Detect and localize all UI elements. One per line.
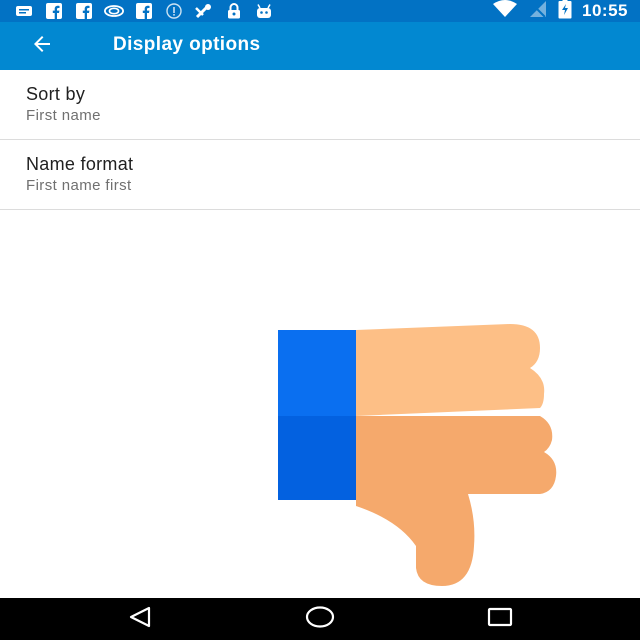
- message-icon: [14, 3, 34, 19]
- setting-summary: First name: [26, 107, 101, 124]
- thumbs-down-icon: [278, 324, 560, 590]
- wifi-icon: [492, 0, 518, 23]
- nav-back-button[interactable]: [111, 598, 171, 640]
- system-status: 10:55: [492, 0, 628, 22]
- lock-icon: [224, 3, 244, 19]
- clock: 10:55: [582, 1, 628, 20]
- facebook-icon: [44, 3, 64, 19]
- setting-title: Sort by: [26, 84, 86, 104]
- home-circle-icon: [305, 605, 335, 634]
- info-icon: [164, 3, 184, 19]
- page-title: Display options: [113, 34, 261, 55]
- android-icon: [254, 3, 274, 19]
- screen: 10:55 Display options Sort by First name…: [0, 0, 640, 640]
- navigation-bar: [0, 598, 640, 640]
- nvidia-icon: [104, 3, 124, 19]
- setting-summary: First name first: [26, 177, 132, 194]
- facebook-icon: [74, 3, 94, 19]
- recents-square-icon: [486, 606, 514, 633]
- setting-name-format[interactable]: Name format First name first: [0, 140, 640, 210]
- setting-sort-by[interactable]: Sort by First name: [0, 70, 640, 140]
- arrow-back-icon: [30, 32, 54, 61]
- notification-icons: [14, 2, 274, 20]
- nav-recents-button[interactable]: [470, 598, 530, 640]
- facebook-icon: [134, 3, 154, 19]
- back-button[interactable]: [20, 26, 64, 66]
- status-bar: 10:55: [0, 0, 640, 22]
- back-triangle-icon: [128, 606, 154, 633]
- battery-charging-icon: [558, 0, 572, 24]
- app-bar: Display options: [0, 22, 640, 70]
- setting-title: Name format: [26, 154, 134, 174]
- nav-home-button[interactable]: [290, 598, 350, 640]
- signal-icon: [528, 0, 548, 23]
- settings-list: Sort by First name Name format First nam…: [0, 70, 640, 210]
- no-sign-icon: [194, 3, 214, 19]
